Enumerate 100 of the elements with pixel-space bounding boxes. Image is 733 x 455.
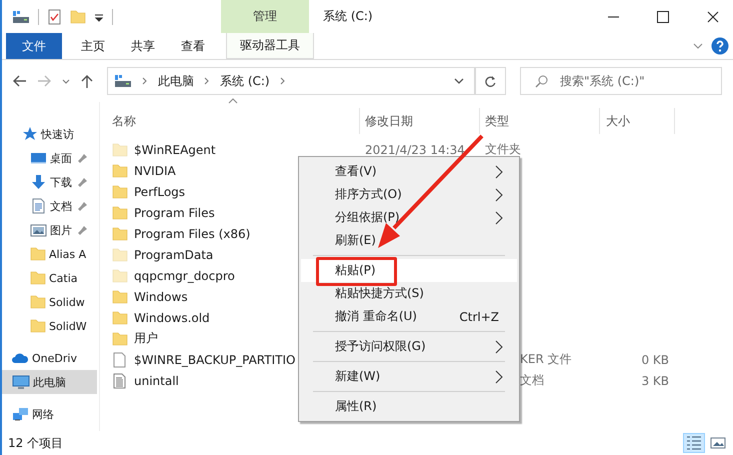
menu-item[interactable]: 新建(W) — [301, 365, 517, 388]
file-name[interactable]: NVIDIA — [134, 164, 176, 178]
column-header[interactable]: 大小 — [600, 108, 675, 134]
file-name[interactable]: Program Files (x86) — [134, 226, 250, 240]
navigation-item[interactable]: 桌面 — [2, 146, 97, 170]
computer-icon — [12, 374, 30, 390]
menu-item[interactable]: 查看(V) — [301, 160, 517, 183]
breadcrumb[interactable]: 系统 (C:) — [220, 72, 270, 90]
navigation-item[interactable]: 文档 — [2, 194, 97, 218]
search-icon — [535, 74, 548, 88]
folder-icon — [112, 246, 128, 262]
dropdown-icon[interactable] — [454, 78, 464, 84]
recent-locations-icon[interactable] — [62, 78, 70, 84]
search-field[interactable]: 搜索"系统 (C:)" — [520, 67, 722, 95]
picture-icon — [30, 222, 47, 238]
navigation-item[interactable]: SolidW — [2, 314, 97, 338]
details-icon — [686, 435, 702, 451]
menu-item[interactable]: 粘贴(P) — [301, 259, 517, 282]
file-name[interactable]: Program Files — [134, 206, 215, 220]
ribbon-tab[interactable]: 驱动器工具 — [226, 33, 314, 59]
folder-icon — [112, 268, 128, 284]
navigation-item[interactable]: 下载 — [2, 170, 97, 194]
size-cell: 3 KB — [641, 374, 669, 388]
folder-icon — [30, 270, 46, 286]
details-view-button[interactable] — [683, 433, 705, 453]
help-icon[interactable] — [711, 37, 729, 55]
text-file-icon — [112, 372, 128, 388]
context-tab-group-label: 管理 — [221, 0, 309, 33]
navigation-item[interactable]: 快速访 — [2, 122, 97, 146]
menu-item[interactable]: 授予访问权限(G) — [301, 335, 517, 358]
type-cell: 文档 — [520, 373, 544, 387]
chevron-icon — [280, 77, 286, 85]
ribbon-tab[interactable]: 共享 — [118, 33, 168, 59]
refresh-button[interactable] — [476, 67, 506, 95]
folder-icon — [112, 184, 128, 200]
column-header[interactable]: 修改日期 — [360, 108, 480, 134]
size-cell: 0 KB — [641, 352, 669, 366]
chevron-icon — [142, 77, 148, 85]
type-cell: KER 文件 — [520, 352, 572, 366]
menu-item[interactable]: 分组依据(P) — [301, 206, 517, 229]
chevron-icon — [204, 77, 210, 85]
type-cell: 文件夹 — [485, 142, 521, 156]
properties-icon[interactable] — [47, 8, 62, 24]
file-icon — [112, 352, 128, 368]
customize-dropdown-icon[interactable] — [94, 12, 104, 22]
file-name[interactable]: PerfLogs — [134, 184, 186, 198]
date-cell: 2021/4/23 14:34 — [365, 142, 465, 156]
navigation-item[interactable]: 图片 — [2, 218, 97, 242]
maximize-icon[interactable] — [657, 10, 669, 22]
close-icon[interactable] — [707, 10, 719, 22]
file-name[interactable]: ProgramData — [134, 248, 214, 262]
navigation-item[interactable]: 网络 — [2, 402, 97, 426]
file-name[interactable]: Windows.old — [134, 310, 210, 324]
back-arrow-icon[interactable] — [12, 74, 27, 88]
document-icon — [30, 198, 47, 214]
ribbon-tab[interactable]: 主页 — [68, 33, 118, 59]
ribbon-tab[interactable]: 查看 — [168, 33, 218, 59]
breadcrumb[interactable]: 此电脑 — [158, 72, 194, 90]
up-arrow-icon[interactable] — [80, 74, 94, 88]
folder-icon — [112, 162, 128, 178]
desktop-icon — [30, 150, 47, 166]
navigation-item[interactable]: Alias A — [2, 242, 97, 266]
navigation-item[interactable]: Catia — [2, 266, 97, 290]
folder-icon — [112, 204, 128, 220]
expand-ribbon-icon[interactable] — [693, 42, 703, 50]
navigation-item[interactable]: 此电脑 — [2, 370, 97, 394]
file-name[interactable]: 用户 — [134, 330, 158, 347]
folder-icon — [112, 288, 128, 304]
drive-icon — [114, 74, 132, 88]
refresh-icon — [484, 74, 497, 88]
ribbon-tab[interactable]: 文件 — [6, 33, 62, 59]
folder-icon — [112, 226, 128, 242]
navigation-item[interactable]: OneDriv — [2, 346, 97, 370]
network-icon — [12, 406, 29, 422]
folder-icon — [30, 318, 46, 334]
file-name[interactable]: $WINRE_BACKUP_PARTITIO — [134, 352, 296, 366]
folder-icon — [30, 246, 46, 262]
column-header[interactable]: 类型 — [480, 108, 600, 134]
item-count: 12 个项目 — [8, 434, 64, 452]
menu-item[interactable]: 属性(R) — [301, 395, 517, 418]
menu-item[interactable]: 排序方式(O) — [301, 183, 517, 206]
file-name[interactable]: Windows — [134, 290, 188, 304]
thumbnails-icon — [710, 435, 726, 451]
column-header[interactable]: 名称 — [100, 108, 360, 134]
file-name[interactable]: qqpcmgr_docpro — [134, 268, 235, 282]
file-name[interactable]: unintall — [134, 374, 179, 388]
file-name[interactable]: $WinREAgent — [134, 142, 216, 156]
download-icon — [30, 174, 47, 190]
sort-ascending-icon[interactable] — [228, 98, 238, 104]
menu-item[interactable]: 粘贴快捷方式(S) — [301, 282, 517, 305]
address-bar[interactable]: 此电脑 系统 (C:) — [107, 67, 476, 95]
folder-icon — [112, 310, 128, 326]
folder-icon — [30, 294, 46, 310]
menu-item[interactable]: 撤消 重命名(U) Ctrl+Z — [301, 305, 517, 328]
window-title: 系统 (C:) — [322, 8, 374, 25]
star-icon — [22, 126, 38, 142]
folder-icon — [112, 142, 128, 158]
menu-item[interactable]: 刷新(E) — [301, 229, 517, 252]
navigation-item[interactable]: Solidw — [2, 290, 97, 314]
drive-icon — [12, 10, 30, 24]
